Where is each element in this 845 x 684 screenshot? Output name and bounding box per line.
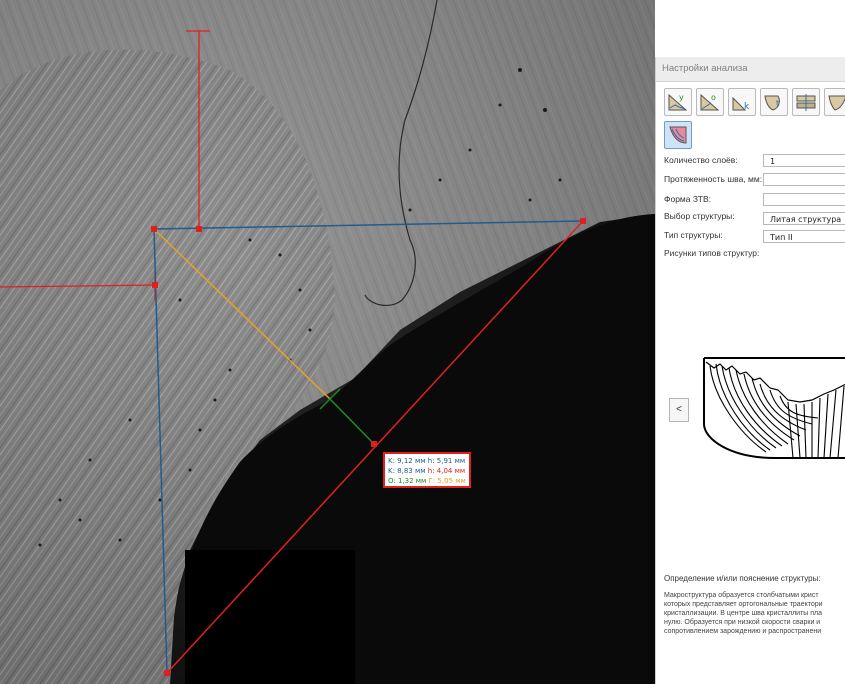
k-value-2: K: 8,83 мм bbox=[388, 467, 426, 475]
svg-text:o: o bbox=[711, 93, 716, 102]
weld-t-button[interactable]: t bbox=[760, 88, 788, 116]
point-side bbox=[152, 282, 158, 288]
weld-k-button[interactable]: k bbox=[728, 88, 756, 116]
g-value: Г: 5,05 мм bbox=[428, 477, 466, 485]
weld-o-icon: o bbox=[700, 93, 720, 111]
weld-y-icon: y bbox=[668, 93, 688, 111]
weld-layers-button[interactable] bbox=[792, 88, 820, 116]
pictures-label: Рисунки типов структур: bbox=[664, 248, 760, 258]
svg-text:k: k bbox=[744, 102, 750, 112]
definition-line: сопротивлением зарождению и распростране… bbox=[664, 628, 822, 635]
point-top-left bbox=[151, 226, 157, 232]
weld-structure-button[interactable] bbox=[664, 121, 692, 149]
structure-type-image bbox=[700, 354, 845, 462]
layers-input[interactable]: 1 bbox=[763, 154, 845, 167]
haz-shape-label: Форма ЗТВ: bbox=[664, 194, 712, 204]
point-top-right bbox=[580, 218, 586, 224]
analysis-settings-panel: Настройки анализа y o k t Количество сло… bbox=[655, 57, 845, 684]
weld-shape-icon bbox=[828, 95, 845, 111]
length-input[interactable] bbox=[763, 173, 845, 186]
h-value-1: h: 5,91 мм bbox=[427, 457, 466, 465]
panel-title: Настройки анализа bbox=[662, 63, 748, 74]
structure-type-select[interactable]: Тип II bbox=[763, 230, 845, 243]
weld-y-button[interactable]: y bbox=[664, 88, 692, 116]
layers-label: Количество слоёв: bbox=[664, 155, 738, 165]
svg-text:t: t bbox=[776, 99, 779, 108]
definition-text: Макроструктура образуется столбчатыми кр… bbox=[664, 591, 845, 636]
point-height bbox=[196, 226, 202, 232]
definition-line: нулю. Образуется при низкой скорости сва… bbox=[664, 619, 821, 626]
definition-line: кристаллизации. В центре шва кристаллиты… bbox=[664, 610, 823, 617]
length-label: Протяженность шва, мм: bbox=[664, 174, 763, 184]
measurement-readout: K: 9,12 мм h: 5,91 мм K: 8,83 мм h: 4,04… bbox=[383, 452, 471, 488]
weld-shape-button[interactable] bbox=[824, 88, 845, 116]
weld-o-button[interactable]: o bbox=[696, 88, 724, 116]
svg-text:y: y bbox=[679, 93, 684, 102]
h-value-2: h: 4,04 мм bbox=[427, 467, 466, 475]
haz-shape-input[interactable] bbox=[763, 193, 845, 206]
point-root bbox=[371, 441, 377, 447]
weld-structure-icon bbox=[669, 126, 687, 144]
weld-layers-icon bbox=[796, 94, 816, 111]
weld-k-icon: k bbox=[732, 96, 750, 112]
k-value-1: K: 9,12 мм bbox=[388, 457, 426, 465]
definition-line: Макроструктура образуется столбчатыми кр… bbox=[664, 592, 819, 599]
weld-t-icon: t bbox=[764, 95, 780, 111]
prev-structure-button[interactable]: < bbox=[669, 398, 689, 422]
structure-choice-label: Выбор структуры: bbox=[664, 211, 735, 221]
panel-titlebar[interactable]: Настройки анализа bbox=[656, 57, 845, 82]
point-bottom bbox=[164, 670, 170, 676]
definition-line: которых представляет ортогональные траек… bbox=[664, 601, 823, 608]
structure-choice-select[interactable]: Литая структура bbox=[763, 212, 845, 225]
o-value: O: 1,32 мм bbox=[388, 477, 427, 485]
definition-label: Определение и/или пояснение структуры: bbox=[664, 574, 821, 583]
structure-type-label: Тип структуры: bbox=[664, 230, 723, 240]
dark-block bbox=[185, 550, 355, 684]
